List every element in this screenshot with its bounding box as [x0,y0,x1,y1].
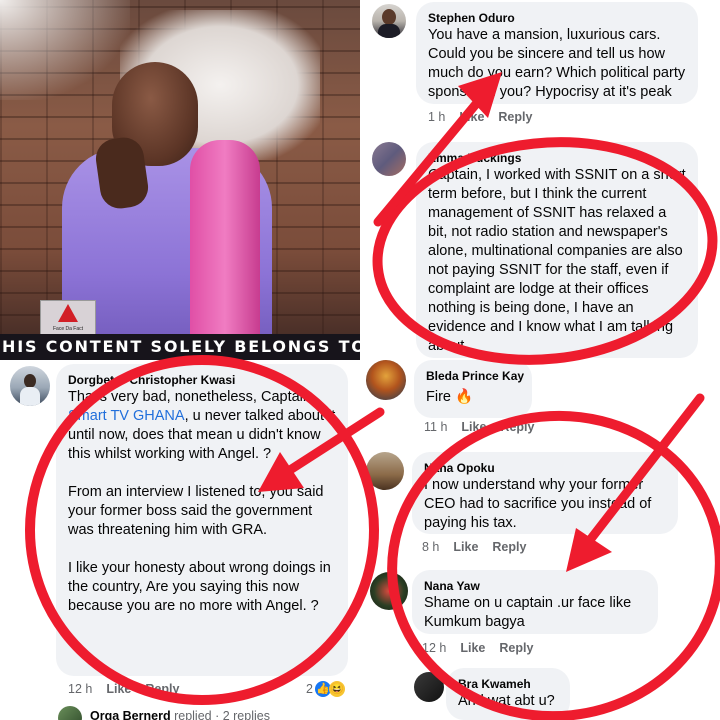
comment-bubble: Dorgbetor Christopher Kwasi That's very … [56,364,348,676]
reply-count: replied · 2 replies [174,709,270,720]
comment-bubble: Stephen Oduro You have a mansion, luxuri… [416,2,698,104]
like-button[interactable]: Like [453,540,478,554]
avatar[interactable] [10,366,50,406]
reply-author: Orga Bernerd [90,709,171,720]
haha-reaction-icon: 😆 [328,681,345,697]
reaction-count: 2 [306,682,313,696]
comment-text-part: That's very bad, nonetheless, Captain [68,389,311,405]
comment-actions: 12 h Like Reply [422,641,533,655]
comment-text: Shame on u captain .ur face like Kumkum … [424,595,632,630]
reply-button[interactable]: Reply [492,540,526,554]
comment-text: You have a mansion, luxurious cars. Coul… [428,27,686,100]
comment-actions: 1 h Like Reply [428,110,532,124]
comment-author[interactable]: Bra Kwameh [458,676,558,692]
video-frame[interactable]: Face Da Fact HIS CONTENT SOLELY BELONGS … [0,0,360,360]
page-tag-link[interactable]: Smart TV GHANA [68,408,185,424]
comment-text: That's very bad, nonetheless, Captain Sm… [68,388,336,464]
logo-triangle-icon [58,304,78,322]
avatar[interactable] [414,672,444,702]
reply-button[interactable]: Reply [145,682,179,696]
comment-actions: 11 h Like Reply [424,420,534,434]
reply-button[interactable]: Reply [498,110,532,124]
comment-text: I now understand why your former CEO had… [424,477,652,531]
avatar[interactable] [366,360,406,400]
comment-time[interactable]: 1 h [428,110,445,124]
comment-author[interactable]: Stephen Oduro [428,10,686,26]
like-button[interactable]: Like [459,110,484,124]
comment-time[interactable]: 12 h [68,682,92,696]
avatar[interactable] [58,706,82,720]
comment-time[interactable]: 11 h [424,420,447,434]
like-button[interactable]: Like [461,420,486,434]
comment-bubble: Emma Buckings Captain, I worked with SSN… [416,142,698,358]
reaction-summary[interactable]: 2 👍 😆 [306,679,345,699]
comment-bubble: Bra Kwameh And wat abt u? [446,668,570,720]
comment-actions: 12 h Like Reply [68,682,179,696]
avatar[interactable] [366,452,404,490]
comment-author[interactable]: Nana Opoku [424,460,666,476]
comment-bubble: Nana Opoku I now understand why your for… [412,452,678,534]
replies-link[interactable]: Orga Bernerd replied · 2 replies [90,709,270,720]
like-button[interactable]: Like [106,682,131,696]
comment-author[interactable]: Dorgbetor Christopher Kwasi [68,372,336,388]
comment-bubble: Nana Yaw Shame on u captain .ur face lik… [412,570,658,634]
avatar[interactable] [372,4,406,38]
avatar[interactable] [370,572,408,610]
background-light [0,0,130,100]
logo-text: Face Da Fact [52,326,83,332]
comment-author[interactable]: Bleda Prince Kay [426,368,524,384]
comment-time[interactable]: 12 h [422,641,446,655]
reply-button[interactable]: Reply [500,420,534,434]
comment-time[interactable]: 8 h [422,540,439,554]
ticker-text: HIS CONTENT SOLELY BELONGS TO S [0,334,360,360]
speaker-pink-scarf [190,140,260,360]
comment-text: Fire 🔥 [426,389,474,405]
comment-text: And wat abt u? [458,693,555,709]
comment-actions: 8 h Like Reply [422,540,526,554]
comment-paragraph: From an interview I listened to, you sai… [68,484,324,538]
comment-paragraph: I like your honesty about wrong doings i… [68,560,331,614]
comment-author[interactable]: Nana Yaw [424,578,646,594]
comment-text: Captain, I worked with SSNIT on a short … [428,167,686,354]
comment-bubble: Bleda Prince Kay Fire 🔥 [414,360,532,418]
comment-author[interactable]: Emma Buckings [428,150,686,166]
like-button[interactable]: Like [460,641,485,655]
avatar[interactable] [372,142,406,176]
reply-button[interactable]: Reply [499,641,533,655]
